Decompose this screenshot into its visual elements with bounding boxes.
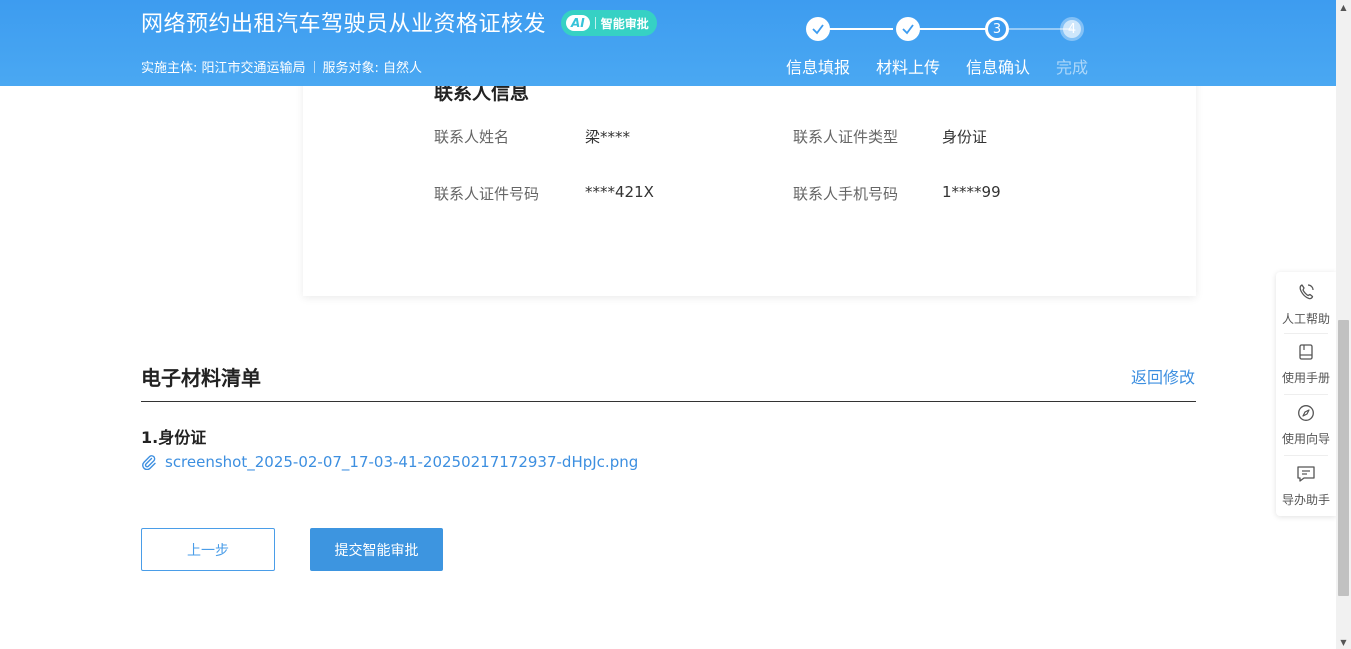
- material-file-link[interactable]: screenshot_2025-02-07_17-03-41-202502171…: [141, 453, 638, 471]
- guide-assistant-label: 导办助手: [1281, 492, 1330, 507]
- contact-id-number-label: 联系人证件号码: [434, 185, 540, 203]
- manual-help-label: 人工帮助: [1281, 311, 1330, 326]
- phone-icon: [1296, 282, 1316, 306]
- previous-step-button[interactable]: 上一步: [141, 528, 275, 571]
- ai-badge-label: 智能审批: [600, 16, 649, 31]
- ai-badge-divider: [594, 17, 596, 29]
- materials-title: 电子材料清单: [141, 366, 261, 390]
- subtitle-divider: [313, 60, 315, 73]
- page-title: 网络预约出租汽车驾驶员从业资格证核发: [141, 12, 547, 37]
- scrollbar-thumb[interactable]: [1338, 320, 1349, 596]
- service-info: 实施主体: 阳江市交通运输局 服务对象: 自然人: [141, 57, 422, 76]
- chat-icon: [1296, 465, 1316, 487]
- user-manual-button[interactable]: 使用手册: [1276, 334, 1336, 394]
- contact-card: 联系人信息 联系人姓名 梁**** 联系人证件类型 身份证 联系人证件号码 **…: [303, 60, 1196, 296]
- progress-steps: 3 4 信息填报 材料上传 信息确认 完成: [780, 16, 1100, 77]
- material-file-name: screenshot_2025-02-07_17-03-41-202502171…: [165, 453, 639, 471]
- compass-icon: [1297, 404, 1315, 426]
- step-2-label: 材料上传: [876, 58, 941, 77]
- scroll-up-icon[interactable]: ▲: [1336, 0, 1351, 14]
- user-manual-label: 使用手册: [1281, 370, 1330, 385]
- step-4-label: 完成: [1056, 58, 1089, 77]
- materials-divider: [141, 401, 1196, 402]
- step-2-done-icon: [896, 17, 920, 41]
- paperclip-icon: [141, 454, 157, 470]
- ai-mark: AI: [566, 15, 590, 31]
- ai-badge: AI 智能审批: [561, 10, 657, 36]
- submit-approval-button[interactable]: 提交智能审批: [310, 528, 443, 571]
- step-3-label: 信息确认: [966, 58, 1031, 77]
- step-3-current: 3: [985, 17, 1009, 41]
- floating-help-toolbar: 人工帮助 使用手册 使用向导 导办助手: [1276, 272, 1336, 516]
- guide-assistant-button[interactable]: 导办助手: [1276, 456, 1336, 516]
- material-item-title: 1.身份证: [141, 428, 207, 447]
- usage-guide-button[interactable]: 使用向导: [1276, 395, 1336, 455]
- contact-name-label: 联系人姓名: [434, 128, 510, 146]
- return-edit-link[interactable]: 返回修改: [1131, 364, 1195, 388]
- implementing-entity: 实施主体: 阳江市交通运输局: [141, 61, 306, 76]
- contact-phone-label: 联系人手机号码: [793, 185, 899, 203]
- step-1-label: 信息填报: [786, 58, 851, 77]
- scroll-down-icon[interactable]: ▼: [1336, 635, 1351, 649]
- step-3-number: 3: [988, 20, 1006, 38]
- service-target: 服务对象: 自然人: [322, 61, 423, 76]
- contact-id-type-value: 身份证: [942, 128, 988, 146]
- contact-phone-value: 1****99: [942, 183, 1001, 201]
- contact-id-number-value: ****421X: [585, 183, 654, 201]
- page-header: 网络预约出租汽车驾驶员从业资格证核发 AI 智能审批 实施主体: 阳江市交通运输…: [0, 0, 1336, 86]
- contact-id-type-label: 联系人证件类型: [793, 128, 899, 146]
- usage-guide-label: 使用向导: [1281, 431, 1330, 446]
- step-1-done-icon: [806, 17, 830, 41]
- manual-help-button[interactable]: 人工帮助: [1276, 274, 1336, 334]
- contact-name-value: 梁****: [585, 128, 631, 146]
- page-scrollbar[interactable]: ▲ ▼: [1336, 0, 1351, 649]
- book-icon: [1297, 343, 1315, 365]
- step-4-todo: 4: [1060, 17, 1084, 41]
- step-4-number: 4: [1063, 20, 1081, 38]
